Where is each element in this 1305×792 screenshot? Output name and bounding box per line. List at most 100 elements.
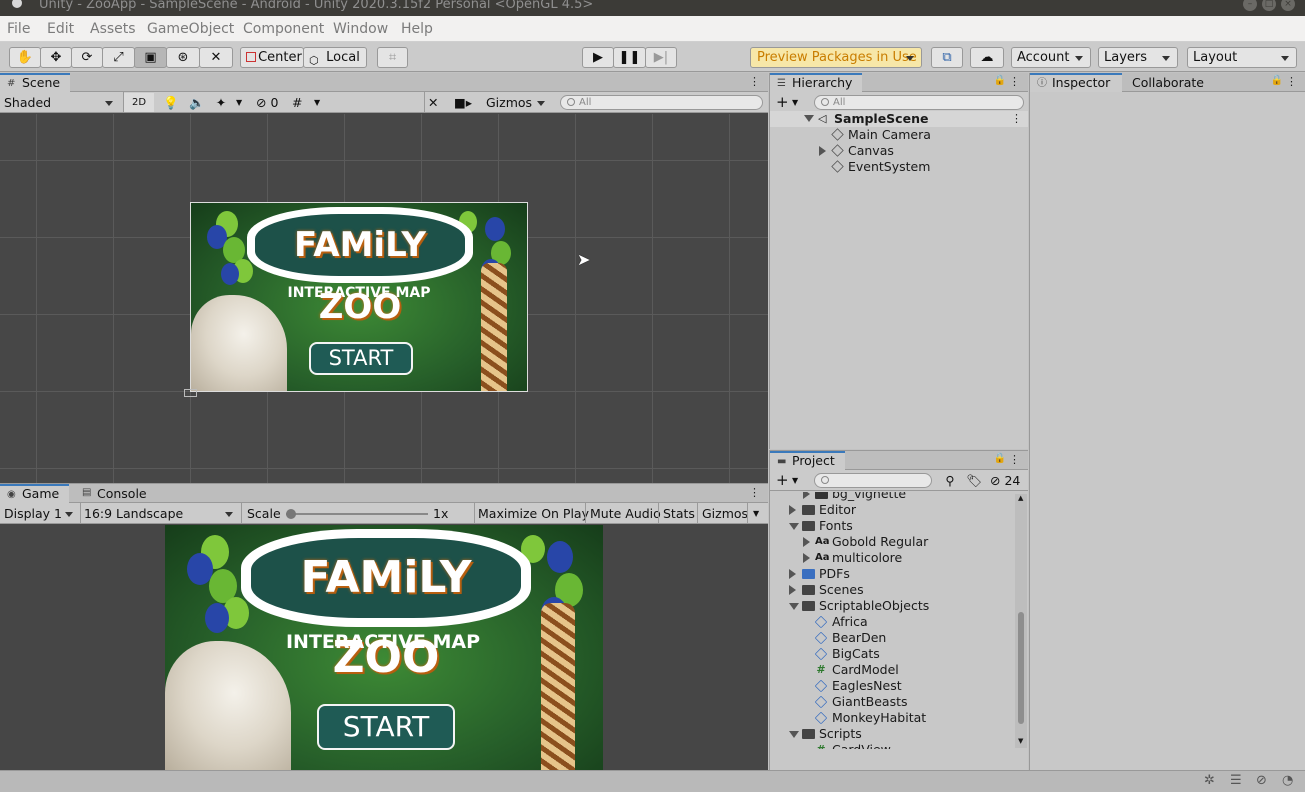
- game-gizmos-toggle[interactable]: Gizmos: [702, 504, 748, 523]
- hierarchy-search-input[interactable]: All: [814, 95, 1024, 110]
- hierarchy-item[interactable]: Canvas: [770, 143, 1028, 159]
- expand-down-icon[interactable]: [789, 731, 799, 738]
- lock-icon[interactable]: 🔒: [994, 453, 1006, 464]
- grid-snap-icon[interactable]: ⌗: [377, 47, 408, 68]
- scrollbar-thumb[interactable]: [1018, 612, 1024, 724]
- panel-menu-icon[interactable]: ⋮: [1009, 75, 1020, 88]
- grid-dropdown-icon[interactable]: ▼: [314, 93, 326, 112]
- pause-icon[interactable]: ❚❚: [613, 47, 646, 68]
- panel-menu-icon[interactable]: ⋮: [749, 486, 760, 499]
- add-icon[interactable]: +: [776, 93, 789, 112]
- game-gizmos-dropdown-icon[interactable]: ▼: [753, 504, 759, 523]
- step-icon[interactable]: ▶|: [645, 47, 677, 68]
- project-item[interactable]: Editor: [770, 502, 1015, 518]
- scene-menu-icon[interactable]: ⋮: [1011, 111, 1022, 127]
- project-scrollbar[interactable]: ▲ ▼: [1015, 494, 1027, 748]
- hidden-packages-toggle[interactable]: ⊘ 24: [990, 471, 1020, 490]
- project-item[interactable]: # CardModel: [770, 662, 1015, 678]
- scroll-up-icon[interactable]: ▲: [1018, 494, 1023, 502]
- scene-viewport[interactable]: FAMiLY ZOO INTERACTIVE MAP START ➤: [0, 114, 768, 483]
- account-dropdown[interactable]: Account: [1011, 47, 1091, 68]
- scale-slider-thumb[interactable]: [286, 509, 296, 519]
- scene-canvas-preview[interactable]: FAMiLY ZOO INTERACTIVE MAP START: [190, 202, 528, 392]
- lighting-icon[interactable]: 💡: [160, 93, 182, 112]
- hidden-objects-toggle[interactable]: ⊘ 0: [256, 93, 290, 112]
- menu-assets[interactable]: Assets: [90, 21, 136, 37]
- transform-icon[interactable]: ⊛: [166, 47, 200, 68]
- layers-dropdown[interactable]: Layers: [1098, 47, 1178, 68]
- scale-icon[interactable]: ⤢: [102, 47, 135, 68]
- scale-slider-track[interactable]: [286, 509, 428, 519]
- project-item[interactable]: # CardView: [770, 742, 1015, 749]
- project-item[interactable]: BigCats: [770, 646, 1015, 662]
- expand-down-icon[interactable]: [789, 523, 799, 530]
- rect-icon[interactable]: ▣: [134, 47, 167, 68]
- pivot-center-button[interactable]: Center: [240, 47, 304, 68]
- custom-tool-icon[interactable]: ✕: [199, 47, 233, 68]
- expand-right-icon[interactable]: [803, 553, 810, 563]
- add-dropdown-icon[interactable]: ▼: [792, 93, 798, 112]
- tools-icon[interactable]: ✕: [428, 93, 444, 112]
- effects-icon[interactable]: ✦: [210, 93, 232, 112]
- auto-generate-lighting-icon[interactable]: ⊘: [1256, 773, 1267, 788]
- close-icon[interactable]: ×: [1281, 0, 1295, 11]
- project-item[interactable]: bg_vignette: [770, 492, 1015, 502]
- move-icon[interactable]: ✥: [40, 47, 72, 68]
- project-item[interactable]: Africa: [770, 614, 1015, 630]
- mute-audio-toggle[interactable]: Mute Audio: [590, 504, 661, 523]
- panel-menu-icon[interactable]: ⋮: [1286, 75, 1297, 88]
- stats-toggle[interactable]: Stats: [663, 504, 695, 523]
- cache-icon[interactable]: ☰: [1230, 773, 1242, 788]
- toggle-2d-button[interactable]: 2D: [124, 93, 154, 112]
- tab-scene[interactable]: # Scene: [0, 73, 71, 92]
- audio-icon[interactable]: 🔈: [186, 93, 208, 112]
- canvas-handle[interactable]: [184, 389, 197, 397]
- expand-right-icon[interactable]: [789, 585, 796, 595]
- menu-component[interactable]: Component: [243, 21, 324, 37]
- project-item[interactable]: GiantBeasts: [770, 694, 1015, 710]
- collab-icon[interactable]: ⧉: [931, 47, 963, 68]
- maximize-icon[interactable]: □: [1262, 0, 1276, 11]
- scene-search-input[interactable]: All: [560, 95, 763, 110]
- project-item[interactable]: PDFs: [770, 566, 1015, 582]
- project-item[interactable]: Aa multicolore: [770, 550, 1015, 566]
- tab-collaborate[interactable]: Collaborate: [1122, 73, 1214, 92]
- project-item[interactable]: ScriptableObjects: [770, 598, 1015, 614]
- aspect-dropdown[interactable]: 16:9 Landscape: [82, 504, 240, 523]
- project-item[interactable]: Fonts: [770, 518, 1015, 534]
- project-item[interactable]: MonkeyHabitat: [770, 710, 1015, 726]
- hand-icon[interactable]: ✋: [9, 47, 41, 68]
- game-viewport[interactable]: FAMiLY ZOO INTERACTIVE MAP START: [0, 525, 768, 771]
- project-item[interactable]: EaglesNest: [770, 678, 1015, 694]
- tab-game[interactable]: ◉ Game: [0, 484, 70, 503]
- project-item[interactable]: Scenes: [770, 582, 1015, 598]
- hierarchy-item[interactable]: Main Camera: [770, 127, 1028, 143]
- menu-gameobject[interactable]: GameObject: [147, 21, 234, 37]
- cloud-icon[interactable]: ☁: [970, 47, 1004, 68]
- create-icon[interactable]: +: [776, 471, 789, 490]
- start-button[interactable]: START: [317, 704, 455, 750]
- shading-dropdown[interactable]: Shaded: [0, 93, 120, 112]
- lock-icon[interactable]: 🔒: [1271, 75, 1283, 86]
- project-item[interactable]: Aa Gobold Regular: [770, 534, 1015, 550]
- menu-help[interactable]: Help: [401, 21, 433, 37]
- menu-window[interactable]: Window: [333, 21, 388, 37]
- expand-right-icon[interactable]: [819, 146, 826, 156]
- search-by-label-icon[interactable]: 🏷: [964, 471, 984, 490]
- hierarchy-item[interactable]: EventSystem: [770, 159, 1028, 175]
- project-item[interactable]: Scripts: [770, 726, 1015, 742]
- grid-icon[interactable]: #: [292, 93, 310, 112]
- expand-down-icon[interactable]: [789, 603, 799, 610]
- project-item[interactable]: BearDen: [770, 630, 1015, 646]
- progress-icon[interactable]: ◔: [1282, 773, 1293, 788]
- tab-project[interactable]: ▬ Project: [770, 451, 845, 470]
- menu-edit[interactable]: Edit: [47, 21, 74, 37]
- maximize-on-play-toggle[interactable]: Maximize On Play: [478, 504, 589, 523]
- expand-right-icon[interactable]: [803, 537, 810, 547]
- play-icon[interactable]: ▶: [582, 47, 614, 68]
- game-canvas[interactable]: FAMiLY ZOO INTERACTIVE MAP START: [165, 525, 603, 771]
- panel-menu-icon[interactable]: ⋮: [1009, 453, 1020, 466]
- rotate-icon[interactable]: ⟳: [71, 47, 103, 68]
- display-dropdown[interactable]: Display 1: [0, 504, 80, 523]
- window-menu-icon[interactable]: [12, 0, 22, 8]
